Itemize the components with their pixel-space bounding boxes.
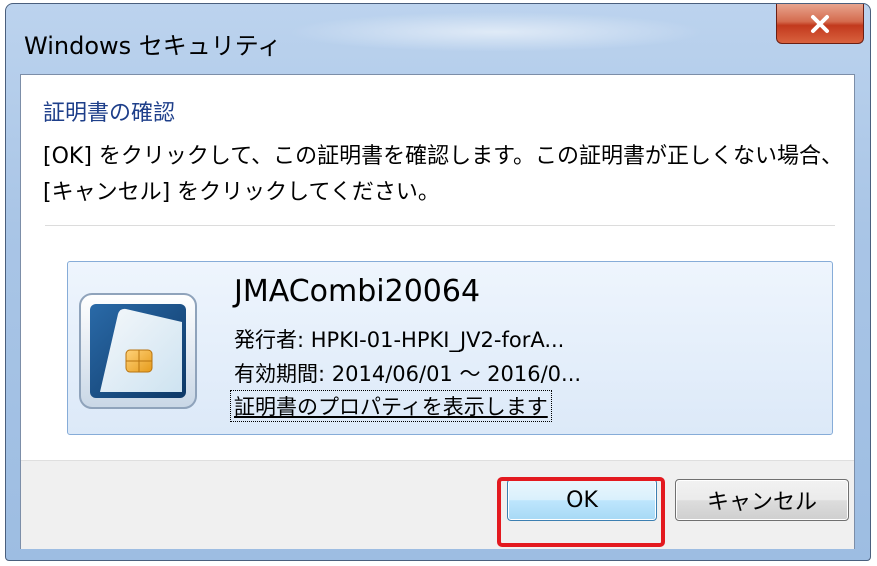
certificate-name: JMACombi20064 (234, 274, 481, 309)
close-button[interactable] (776, 4, 864, 44)
close-icon (811, 14, 829, 33)
button-bar: OK キャンセル (21, 460, 854, 549)
title-bar-glow (286, 12, 706, 52)
certificate-properties-link[interactable]: 証明書のプロパティを表示します (230, 390, 552, 422)
cancel-button[interactable]: キャンセル (675, 479, 849, 521)
certificate-validity: 有効期間: 2014/06/01 ～ 2016/0... (234, 362, 582, 386)
certificate-issuer: 発行者: HPKI-01-HPKI_JV2-forA... (234, 328, 565, 352)
ok-button[interactable]: OK (507, 479, 657, 521)
certificate-tile[interactable]: JMACombi20064 発行者: HPKI-01-HPKI_JV2-forA… (67, 261, 833, 435)
security-dialog-window: Windows セキュリティ 証明書の確認 [OK] をクリックして、この証明書… (5, 3, 871, 561)
smart-card-icon (79, 293, 197, 409)
divider (45, 225, 835, 226)
title-bar[interactable]: Windows セキュリティ (6, 4, 870, 74)
dialog-content: 証明書の確認 [OK] をクリックして、この証明書を確認します。この証明書が正し… (20, 74, 855, 549)
window-title: Windows セキュリティ (24, 32, 282, 60)
dialog-message: [OK] をクリックして、この証明書を確認します。この証明書が正しくない場合、[… (43, 144, 843, 205)
dialog-heading: 証明書の確認 (43, 101, 176, 126)
